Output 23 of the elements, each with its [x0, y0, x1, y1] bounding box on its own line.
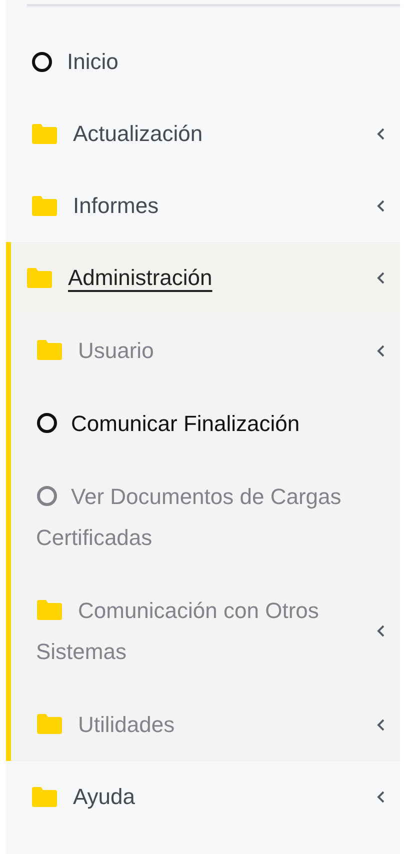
menu-item[interactable]: Inicio — [11, 26, 400, 98]
circle-icon — [31, 51, 53, 73]
chevron-left-icon — [376, 127, 386, 141]
menu-item[interactable]: Actualización — [11, 98, 400, 170]
circle-icon — [36, 412, 58, 434]
folder-icon — [26, 268, 52, 288]
folder-icon — [36, 340, 62, 360]
submenu-item[interactable]: Comunicar Finalización — [11, 387, 400, 460]
folder-icon — [36, 600, 62, 620]
folder-icon — [36, 714, 62, 734]
chevron-left-icon — [376, 624, 386, 638]
chevron-left-icon — [376, 271, 386, 285]
menu-item[interactable]: Ayuda — [11, 761, 400, 833]
chevron-left-icon — [376, 718, 386, 732]
chevron-left-icon — [376, 199, 386, 213]
chevron-left-icon — [376, 344, 386, 358]
menu-item[interactable]: Informes — [11, 170, 400, 242]
chevron-left-icon — [376, 790, 386, 804]
folder-icon — [31, 124, 57, 144]
folder-icon — [31, 787, 57, 807]
circle-icon — [36, 485, 58, 507]
folder-icon — [31, 196, 57, 216]
menu-item[interactable]: Administración — [11, 242, 400, 314]
